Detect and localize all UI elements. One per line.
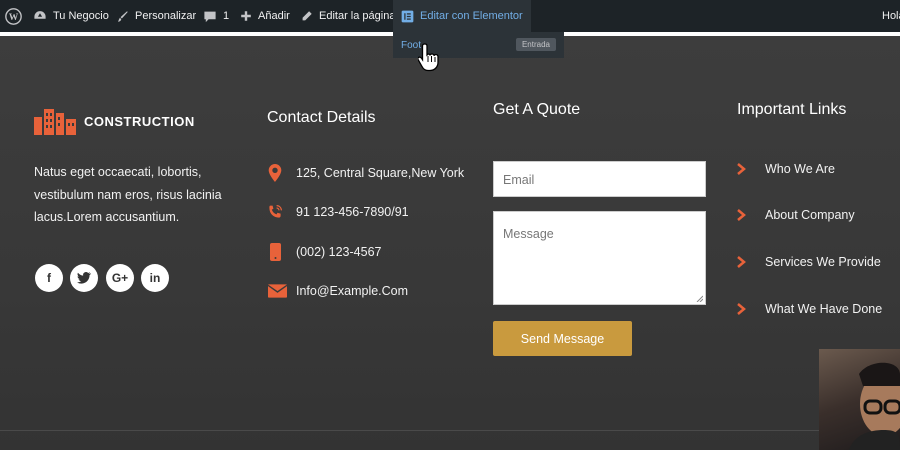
- contact-phone: 91 123-456-7890/91: [267, 203, 409, 221]
- about-text: Natus eget occaecati, lobortis, vestibul…: [34, 165, 222, 224]
- contact-email-text: Info@Example.Com: [296, 284, 409, 298]
- send-message-button[interactable]: Send Message: [493, 321, 632, 356]
- link-about-company[interactable]: About Company: [737, 208, 855, 222]
- edit-elementor-link[interactable]: Editar con Elementor: [393, 0, 531, 32]
- email-field[interactable]: Email: [493, 161, 706, 197]
- plus-icon: [241, 11, 251, 21]
- twitter-bird-icon: [77, 272, 91, 284]
- comment-icon: [204, 11, 216, 22]
- admin-bar: W Tu Negocio Personalizar 1 Añadir Edita…: [0, 0, 900, 32]
- add-new-label: Añadir: [258, 10, 290, 22]
- links-heading: Important Links: [737, 101, 847, 118]
- contact-heading: Contact Details: [267, 109, 376, 126]
- customize-link[interactable]: Personalizar: [116, 0, 196, 32]
- comments-link[interactable]: 1: [203, 0, 229, 32]
- link-what-we-have-done[interactable]: What We Have Done: [737, 302, 882, 316]
- link-services[interactable]: Services We Provide: [737, 255, 881, 269]
- comments-count: 1: [223, 10, 230, 22]
- edit-page-link[interactable]: Editar la página: [300, 0, 395, 32]
- svg-text:W: W: [9, 12, 19, 22]
- link-label: Services We Provide: [765, 255, 881, 269]
- chevron-right-icon: [737, 163, 746, 175]
- twitter-icon[interactable]: [70, 264, 98, 292]
- webcam-overlay: [819, 349, 900, 450]
- link-label: About Company: [765, 208, 855, 222]
- mobile-icon: [267, 243, 283, 261]
- link-label: What We Have Done: [765, 302, 883, 316]
- add-new-link[interactable]: Añadir: [240, 0, 290, 32]
- contact-mobile-text: (002) 123-4567: [296, 245, 382, 259]
- greeting-label: Hola: [882, 10, 900, 22]
- contact-address-text: 125, Central Square,New York: [296, 166, 465, 180]
- hand-cursor-icon: [418, 43, 439, 72]
- wordpress-logo-icon[interactable]: W: [5, 0, 28, 32]
- contact-mobile: (002) 123-4567: [267, 243, 381, 261]
- facebook-icon[interactable]: f: [35, 264, 63, 292]
- envelope-icon: [267, 282, 287, 300]
- map-marker-icon: [267, 164, 283, 182]
- site-logo[interactable]: CONSTRUCTION: [34, 107, 195, 135]
- email-placeholder: Email: [503, 173, 535, 187]
- chevron-right-icon: [737, 256, 746, 268]
- chevron-right-icon: [737, 209, 746, 221]
- edit-page-label: Editar la página: [319, 10, 396, 22]
- site-name-link[interactable]: Tu Negocio: [33, 0, 109, 32]
- edit-elementor-label: Editar con Elementor: [420, 10, 523, 22]
- site-name-label: Tu Negocio: [53, 10, 109, 22]
- elementor-icon: [401, 10, 414, 22]
- link-label: Who We Are: [765, 162, 835, 176]
- logo-text: CONSTRUCTION: [84, 113, 195, 129]
- building-logo-icon: [34, 109, 76, 135]
- footer-divider: [0, 430, 900, 431]
- footer-section: [0, 36, 900, 450]
- quote-heading: Get A Quote: [493, 101, 581, 118]
- linkedin-icon[interactable]: in: [141, 264, 169, 292]
- dropdown-item-badge: Entrada: [515, 38, 556, 51]
- phone-volume-icon: [267, 203, 283, 221]
- customize-label: Personalizar: [135, 10, 197, 22]
- greeting-link[interactable]: Hola: [882, 0, 900, 32]
- contact-phone-text: 91 123-456-7890/91: [296, 205, 409, 219]
- dashboard-icon: [34, 11, 46, 19]
- presenter-image: [849, 362, 900, 450]
- contact-email: Info@Example.Com: [267, 282, 408, 300]
- chevron-right-icon: [737, 303, 746, 315]
- message-field[interactable]: Message: [493, 211, 706, 305]
- contact-address: 125, Central Square,New York: [267, 164, 464, 182]
- pencil-icon: [302, 10, 312, 20]
- resize-handle-icon[interactable]: [696, 295, 703, 302]
- link-who-we-are[interactable]: Who We Are: [737, 162, 835, 176]
- brush-icon: [117, 10, 128, 22]
- message-placeholder: Message: [503, 227, 554, 241]
- google-plus-icon[interactable]: G+: [106, 264, 134, 292]
